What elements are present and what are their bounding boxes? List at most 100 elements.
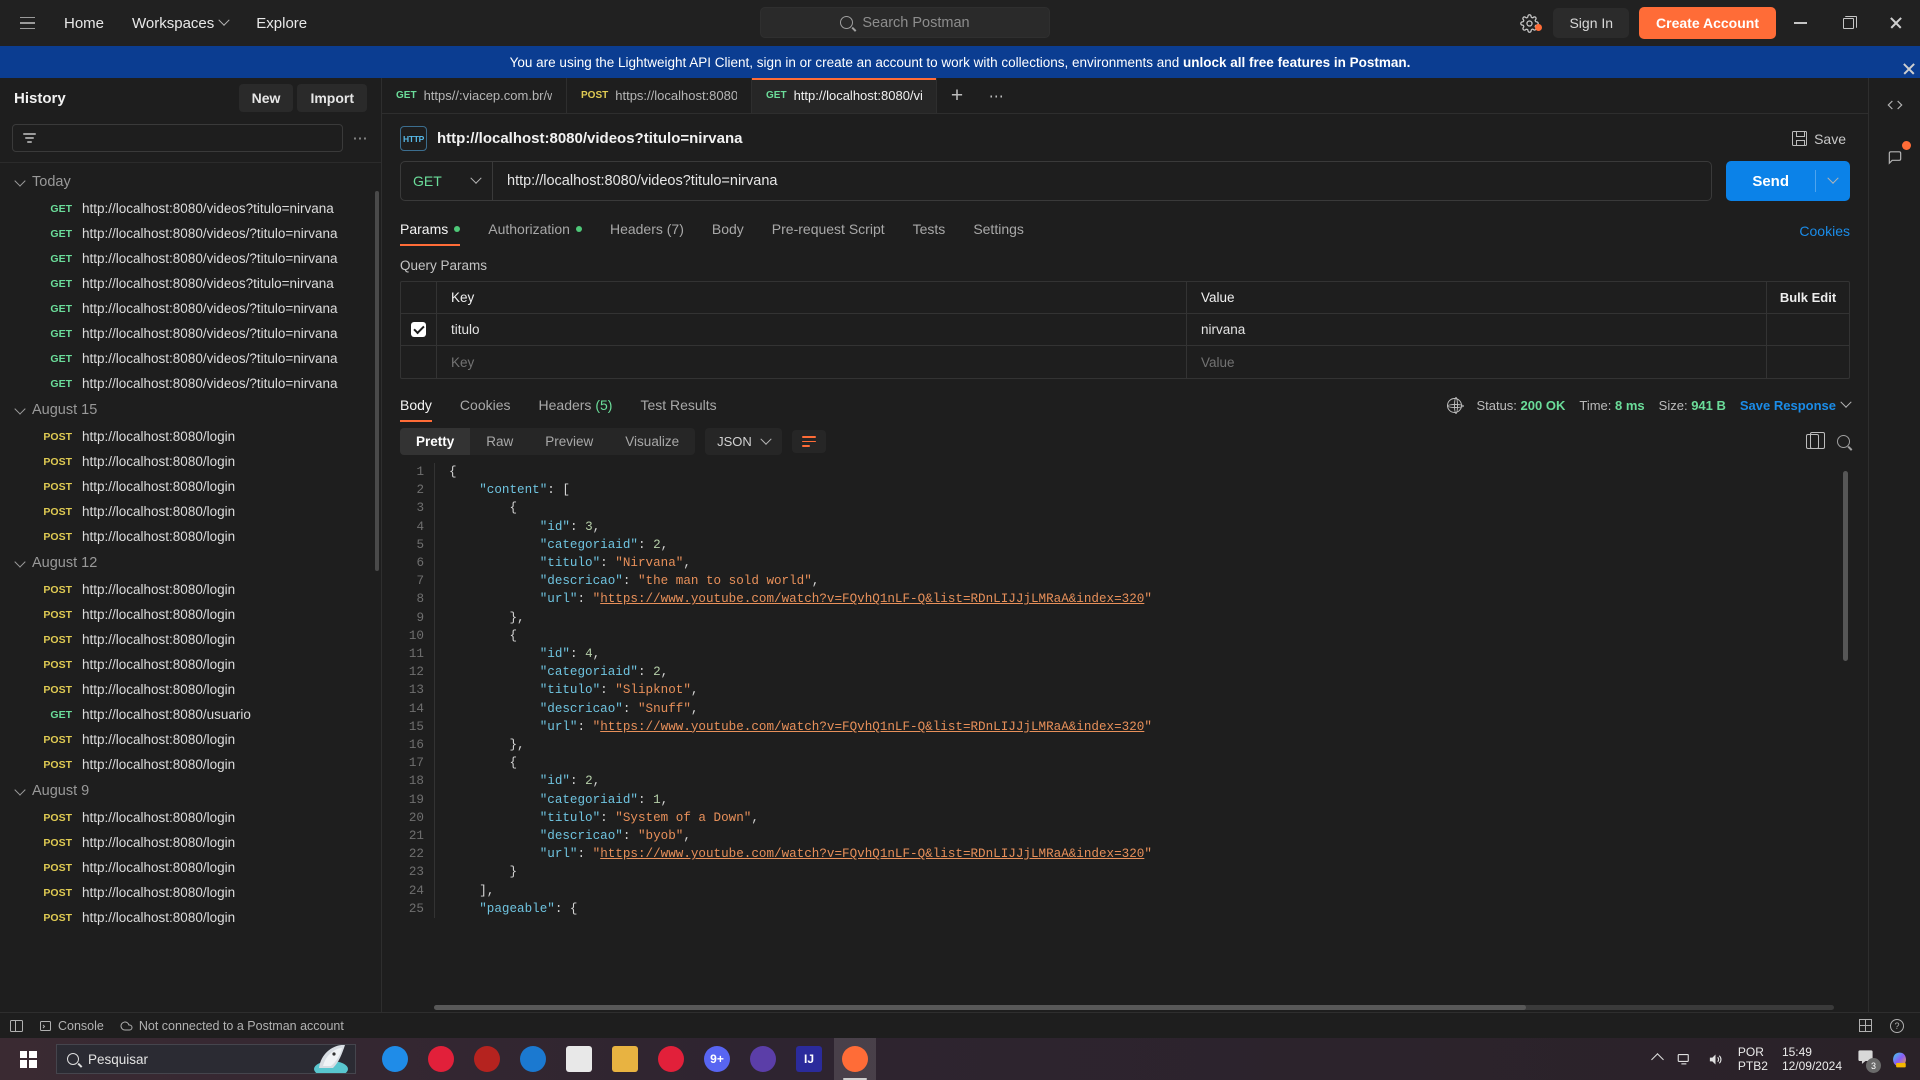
response-body-viewer[interactable]: 1 2 3 4 5 6 7 8 9 10 11 12 13 14 15 16 17 18 19 20 21 22 23 24 2… bbox=[400, 463, 1850, 1012]
history-item[interactable]: GET http://localhost:8080/videos/?titulo=… bbox=[0, 346, 381, 371]
history-item[interactable]: POST http://localhost:8080/login bbox=[0, 602, 381, 627]
copy-icon[interactable] bbox=[1806, 431, 1825, 449]
history-list[interactable]: Today GET http://localhost:8080/videos?tit… bbox=[0, 163, 381, 1012]
view-mode-visualize[interactable]: Visualize bbox=[609, 428, 695, 455]
response-format-select[interactable]: JSON bbox=[705, 428, 782, 455]
settings-button[interactable] bbox=[1510, 13, 1549, 33]
console-button[interactable]: Console bbox=[39, 1019, 104, 1033]
view-mode-preview[interactable]: Preview bbox=[529, 428, 609, 455]
layout-icon[interactable] bbox=[10, 1019, 23, 1032]
history-item[interactable]: GET http://localhost:8080/videos/?titulo=… bbox=[0, 371, 381, 396]
taskbar-search-input[interactable]: Pesquisar bbox=[56, 1044, 356, 1074]
history-item[interactable]: POST http://localhost:8080/login bbox=[0, 652, 381, 677]
clock[interactable]: 15:49 12/09/2024 bbox=[1782, 1045, 1842, 1073]
global-search[interactable]: Search Postman bbox=[760, 7, 1050, 38]
taskbar-edge-icon[interactable] bbox=[374, 1038, 416, 1080]
history-item[interactable]: POST http://localhost:8080/login bbox=[0, 905, 381, 930]
param-value-input[interactable]: nirvana bbox=[1187, 314, 1767, 345]
save-button[interactable]: Save bbox=[1792, 131, 1850, 147]
history-item[interactable]: POST http://localhost:8080/login bbox=[0, 830, 381, 855]
history-item[interactable]: POST http://localhost:8080/login bbox=[0, 499, 381, 524]
taskbar-postman-icon[interactable] bbox=[834, 1038, 876, 1080]
nav-item-home[interactable]: Home bbox=[52, 9, 116, 38]
nav-item-workspaces[interactable]: Workspaces bbox=[120, 9, 240, 38]
history-item[interactable]: GET http://localhost:8080/videos/?titulo=… bbox=[0, 321, 381, 346]
history-item[interactable]: GET http://localhost:8080/videos/?titulo=… bbox=[0, 246, 381, 271]
request-tab-pre-request-script[interactable]: Pre-request Script bbox=[772, 215, 899, 246]
taskbar-intellij-idea-icon[interactable]: IJ bbox=[788, 1038, 830, 1080]
sidebar-scrollbar[interactable] bbox=[375, 191, 379, 571]
history-item[interactable]: POST http://localhost:8080/login bbox=[0, 727, 381, 752]
response-tab-body[interactable]: Body bbox=[400, 397, 432, 422]
request-tab-settings[interactable]: Settings bbox=[973, 215, 1038, 246]
history-item[interactable]: POST http://localhost:8080/login bbox=[0, 474, 381, 499]
history-item[interactable]: GET http://localhost:8080/videos/?titulo=… bbox=[0, 296, 381, 321]
search-input[interactable]: Search Postman bbox=[760, 7, 1050, 38]
comments-button[interactable] bbox=[1881, 141, 1911, 170]
request-tab-authorization[interactable]: Authorization bbox=[488, 215, 596, 246]
history-item[interactable]: POST http://localhost:8080/login bbox=[0, 805, 381, 830]
history-item[interactable]: GET http://localhost:8080/videos?titulo=n… bbox=[0, 196, 381, 221]
taskbar-mail-icon[interactable] bbox=[512, 1038, 554, 1080]
param-key-input[interactable]: titulo bbox=[437, 314, 1187, 345]
history-item[interactable]: GET http://localhost:8080/usuario bbox=[0, 702, 381, 727]
send-options-button[interactable] bbox=[1816, 172, 1850, 185]
code-link[interactable]: https://www.youtube.com/watch?v=FQvhQ1nL… bbox=[600, 592, 1144, 606]
tab-options-icon[interactable]: ⋯ bbox=[977, 78, 1017, 113]
notification-center-button[interactable]: 3 bbox=[1856, 1049, 1881, 1073]
code-link[interactable]: https://www.youtube.com/watch?v=FQvhQ1nL… bbox=[600, 720, 1144, 734]
grid-icon[interactable] bbox=[1859, 1019, 1872, 1032]
history-group-august-12[interactable]: August 12 bbox=[0, 549, 381, 577]
taskbar-discord-icon[interactable]: 9+ bbox=[696, 1038, 738, 1080]
language-indicator[interactable]: POR PTB2 bbox=[1738, 1045, 1768, 1073]
history-group-august-15[interactable]: August 15 bbox=[0, 396, 381, 424]
history-group-august-9[interactable]: August 9 bbox=[0, 777, 381, 805]
start-button[interactable] bbox=[4, 1038, 52, 1080]
method-select[interactable]: GET bbox=[401, 162, 493, 200]
param-enabled-checkbox[interactable] bbox=[411, 322, 426, 337]
empty-param-value-input[interactable]: Value bbox=[1187, 346, 1767, 378]
copilot-icon[interactable] bbox=[1889, 1049, 1912, 1070]
more-options-icon[interactable]: ⋯ bbox=[351, 129, 372, 147]
request-tab-2[interactable]: GET http://localhost:8080/vid bbox=[752, 78, 937, 113]
bulk-edit-button[interactable]: Bulk Edit bbox=[1767, 282, 1849, 313]
history-item[interactable]: POST http://localhost:8080/login bbox=[0, 449, 381, 474]
history-item[interactable]: POST http://localhost:8080/login bbox=[0, 880, 381, 905]
history-item[interactable]: GET http://localhost:8080/videos/?titulo=… bbox=[0, 221, 381, 246]
import-button[interactable]: Import bbox=[297, 84, 367, 112]
window-close-button[interactable] bbox=[1872, 0, 1920, 46]
request-tab-body[interactable]: Body bbox=[712, 215, 758, 246]
cookies-link[interactable]: Cookies bbox=[1799, 223, 1850, 239]
sign-in-button[interactable]: Sign In bbox=[1553, 8, 1630, 38]
search-icon[interactable] bbox=[1837, 435, 1850, 448]
hamburger-menu-icon[interactable] bbox=[10, 6, 44, 40]
nav-item-explore[interactable]: Explore bbox=[244, 9, 319, 38]
send-button[interactable]: Send bbox=[1726, 161, 1850, 201]
new-button[interactable]: New bbox=[238, 84, 294, 112]
account-status[interactable]: Not connected to a Postman account bbox=[120, 1019, 344, 1033]
taskbar-microsoft-store-icon[interactable] bbox=[558, 1038, 600, 1080]
taskbar-file-explorer-icon[interactable] bbox=[604, 1038, 646, 1080]
history-group-today[interactable]: Today bbox=[0, 168, 381, 196]
request-tab-1[interactable]: POST https://localhost:8080/v bbox=[567, 78, 752, 113]
empty-param-key-input[interactable]: Key bbox=[437, 346, 1187, 378]
view-mode-raw[interactable]: Raw bbox=[470, 428, 529, 455]
url-input[interactable]: http://localhost:8080/videos?titulo=nirv… bbox=[493, 162, 1711, 200]
table-row-empty[interactable]: Key Value bbox=[401, 346, 1849, 378]
request-tab-0[interactable]: GET https//:viacep.com.br/ws bbox=[382, 78, 567, 113]
word-wrap-button[interactable] bbox=[791, 430, 826, 453]
view-mode-pretty[interactable]: Pretty bbox=[400, 428, 471, 455]
response-tab-cookies[interactable]: Cookies bbox=[460, 397, 511, 422]
help-icon[interactable]: ? bbox=[1890, 1018, 1904, 1033]
window-maximize-button[interactable] bbox=[1824, 0, 1872, 46]
window-minimize-button[interactable] bbox=[1776, 0, 1824, 46]
history-item[interactable]: POST http://localhost:8080/login bbox=[0, 424, 381, 449]
history-item[interactable]: POST http://localhost:8080/login bbox=[0, 627, 381, 652]
save-response-button[interactable]: Save Response bbox=[1740, 396, 1852, 413]
history-item[interactable]: POST http://localhost:8080/login bbox=[0, 855, 381, 880]
response-vertical-scrollbar[interactable] bbox=[1843, 471, 1848, 661]
history-item[interactable]: POST http://localhost:8080/login bbox=[0, 677, 381, 702]
history-filter-input[interactable] bbox=[12, 124, 343, 152]
taskbar-firefox-icon[interactable] bbox=[466, 1038, 508, 1080]
response-horizontal-scrollbar[interactable] bbox=[434, 1005, 1834, 1010]
